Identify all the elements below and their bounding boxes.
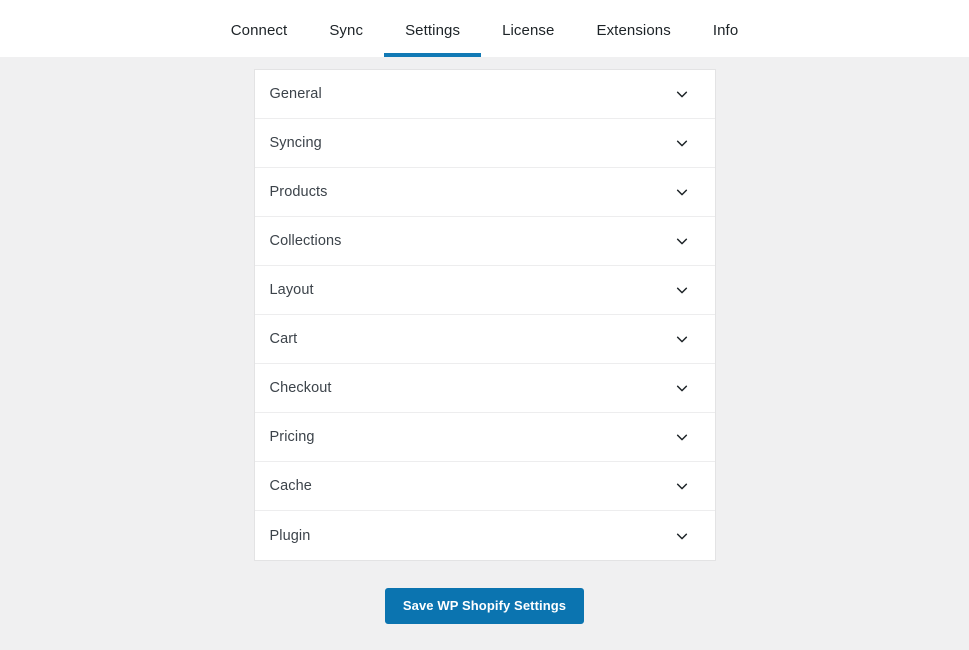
chevron-down-icon[interactable] (675, 381, 689, 395)
tab-license-label: License (502, 22, 555, 39)
accordion-label: Plugin (269, 527, 311, 544)
tab-license[interactable]: License (481, 23, 575, 57)
save-button-container: Save WP Shopify Settings (254, 588, 716, 624)
settings-accordion: General Syncing Products Collections Lay… (253, 69, 716, 561)
tab-connect[interactable]: Connect (210, 23, 309, 57)
accordion-label: Syncing (269, 135, 322, 151)
accordion-label: Cache (269, 478, 312, 494)
tab-settings-label: Settings (405, 22, 461, 39)
tab-settings[interactable]: Settings (384, 22, 482, 57)
accordion-section-general[interactable]: General (254, 70, 715, 119)
accordion-label: Pricing (269, 429, 315, 445)
chevron-down-icon[interactable] (675, 136, 689, 150)
chevron-down-icon[interactable] (675, 283, 689, 297)
accordion-section-collections[interactable]: Collections (254, 217, 715, 266)
tab-sync-label: Sync (329, 22, 364, 39)
tab-info[interactable]: Info (692, 23, 759, 57)
accordion-label: Layout (269, 282, 314, 298)
chevron-down-icon[interactable] (675, 479, 689, 493)
chevron-down-icon[interactable] (675, 234, 689, 248)
accordion-label: Collections (269, 233, 342, 249)
settings-page: General Syncing Products Collections Lay… (0, 57, 969, 650)
tab-bar: Connect Sync Settings License Extensions… (0, 0, 969, 57)
accordion-label: Cart (269, 331, 298, 347)
accordion-section-checkout[interactable]: Checkout (254, 364, 715, 413)
chevron-down-icon[interactable] (675, 185, 689, 199)
tab-extensions[interactable]: Extensions (575, 23, 691, 57)
tab-info-label: Info (712, 22, 739, 39)
tab-extensions-label: Extensions (596, 22, 671, 39)
accordion-section-cache[interactable]: Cache (254, 462, 715, 511)
accordion-section-products[interactable]: Products (254, 168, 715, 217)
chevron-down-icon[interactable] (675, 529, 689, 543)
accordion-label: Checkout (269, 380, 332, 396)
accordion-section-pricing[interactable]: Pricing (254, 413, 715, 462)
accordion-section-plugin[interactable]: Plugin (254, 511, 715, 560)
accordion-section-layout[interactable]: Layout (254, 266, 715, 315)
chevron-down-icon[interactable] (675, 332, 689, 346)
tab-connect-label: Connect (230, 22, 288, 39)
primary-navigation: Connect Sync Settings License Extensions… (210, 0, 760, 57)
accordion-section-cart[interactable]: Cart (254, 315, 715, 364)
accordion-section-syncing[interactable]: Syncing (254, 119, 715, 168)
tab-sync[interactable]: Sync (308, 23, 384, 57)
accordion-label: General (269, 86, 322, 102)
chevron-down-icon[interactable] (675, 430, 689, 444)
save-settings-button[interactable]: Save WP Shopify Settings (384, 588, 585, 624)
accordion-label: Products (269, 184, 328, 200)
chevron-down-icon[interactable] (675, 87, 689, 101)
